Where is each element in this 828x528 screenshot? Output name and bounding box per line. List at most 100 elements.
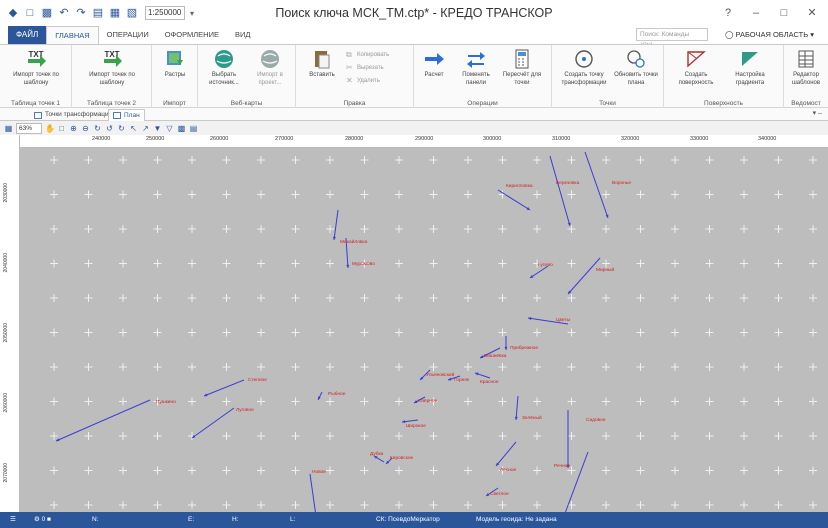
point-label[interactable]: Широкое xyxy=(406,424,426,430)
point-label[interactable]: Муромово xyxy=(352,262,375,268)
doc-tab-plan[interactable]: План xyxy=(108,109,145,121)
minimize-button[interactable]: – xyxy=(742,4,770,22)
map-zoom-field[interactable]: 63% xyxy=(16,122,42,134)
point-label[interactable]: Степное xyxy=(248,378,267,384)
close-button[interactable]: ✕ xyxy=(798,4,826,22)
zoom-out-icon[interactable]: ⊖ xyxy=(81,124,90,133)
point-label[interactable]: Лесное xyxy=(500,468,516,474)
import-table1-button[interactable]: TXT Импорт точек по шаблону xyxy=(12,48,60,87)
command-search-input[interactable]: Поиск: Команды (Ctrl... xyxy=(636,28,708,49)
create-surface-button[interactable]: Создать поверхность xyxy=(672,48,720,87)
point-label[interactable]: Новое xyxy=(312,470,326,476)
displacement-vector[interactable] xyxy=(515,395,519,421)
save-icon[interactable]: ▩ xyxy=(40,6,54,20)
point-label[interactable]: Прибрежное xyxy=(510,346,538,352)
status-snap-icon[interactable]: ⚙ 0 ■ xyxy=(34,512,51,528)
point-label[interactable]: Мирный xyxy=(596,268,614,274)
redo-icon[interactable]: ↷ xyxy=(74,6,88,20)
point-label[interactable]: Красное xyxy=(480,380,499,386)
select-source-button[interactable]: Выбрать источник... xyxy=(200,48,248,87)
grid-cross xyxy=(395,156,403,164)
filter-icon[interactable]: ▼ xyxy=(153,124,162,133)
layers-toggle-icon[interactable]: ▤ xyxy=(189,124,198,133)
paste-button[interactable]: Вставить xyxy=(298,48,346,80)
layers-icon[interactable]: ▤ xyxy=(91,6,105,20)
grid-cross xyxy=(429,190,438,199)
snap-icon[interactable]: ▩ xyxy=(177,124,186,133)
point-label[interactable]: Садовое xyxy=(586,418,605,424)
next-view-icon[interactable]: ↻ xyxy=(117,124,126,133)
measure-icon[interactable]: ↗ xyxy=(141,124,150,133)
displacement-vector[interactable] xyxy=(191,407,235,439)
point-label[interactable]: Речное xyxy=(554,464,570,470)
point-label[interactable]: Пушкино xyxy=(156,400,176,406)
zoom-in-icon[interactable]: ⊕ xyxy=(69,124,78,133)
point-label[interactable]: Михайловка xyxy=(340,240,367,246)
grid-cross xyxy=(326,466,334,475)
scale-field[interactable]: 1:250000 xyxy=(145,6,185,20)
template-editor-button[interactable]: Редактор шаблонов xyxy=(784,48,828,87)
displacement-vector[interactable] xyxy=(333,209,339,241)
undo-icon[interactable]: ↶ xyxy=(57,6,71,20)
calculate-button[interactable]: Расчет xyxy=(410,48,458,80)
point-label[interactable]: Кировское xyxy=(390,456,413,462)
tab-file[interactable]: ФАЙЛ xyxy=(8,26,47,44)
point-label[interactable]: Кирилловка xyxy=(506,184,533,190)
refresh-icon[interactable]: ↻ xyxy=(93,124,102,133)
refresh-plan-points-button[interactable]: Обновить точки плана xyxy=(612,48,660,87)
gradient-settings-button[interactable]: Настройка градиента xyxy=(726,48,774,87)
app-logo-icon[interactable]: ◆ xyxy=(6,6,20,20)
point-label[interactable]: Рыбное xyxy=(328,392,345,398)
grid-icon[interactable]: ▦ xyxy=(108,6,122,20)
properties-icon[interactable]: ▧ xyxy=(125,6,139,20)
displacement-vector[interactable] xyxy=(55,399,151,442)
point-label[interactable]: Светлое xyxy=(490,492,509,498)
tab-view[interactable]: ВИД xyxy=(227,26,258,44)
point-label[interactable]: Ульяновский xyxy=(426,373,454,379)
point-label[interactable]: Горняк xyxy=(454,378,469,384)
create-transform-point-button[interactable]: Создать точку трансформации xyxy=(556,48,612,87)
recalc-point-button[interactable]: Пересчёт для точки xyxy=(498,48,546,87)
point-label[interactable]: Воронье xyxy=(612,181,631,187)
import-table2-button[interactable]: TXT Импорт точек по шаблону xyxy=(88,48,136,87)
maximize-button[interactable]: □ xyxy=(770,4,798,22)
displacement-vector[interactable] xyxy=(495,441,517,467)
displacement-vector[interactable] xyxy=(309,473,316,512)
point-label[interactable]: Озёрное xyxy=(418,399,437,405)
point-label[interactable]: Вишнёвка xyxy=(484,354,506,360)
grid-cross xyxy=(809,259,817,268)
previous-view-icon[interactable]: ↺ xyxy=(105,124,114,133)
cut-button[interactable]: ✂ Вырезать xyxy=(346,64,384,72)
displacement-vector[interactable] xyxy=(584,151,609,219)
tab-operations[interactable]: ОПЕРАЦИИ xyxy=(99,26,157,44)
map-canvas[interactable]: Кирилловка Березовка Воронье Михайловка Муро… xyxy=(20,148,828,512)
tab-home[interactable]: ГЛАВНАЯ xyxy=(46,26,99,44)
new-file-icon[interactable]: □ xyxy=(23,6,37,20)
point-label[interactable]: Луговое xyxy=(236,408,254,414)
point-label[interactable]: Березовка xyxy=(556,181,579,187)
copy-button[interactable]: ⧉ Копировать xyxy=(346,51,389,59)
delete-button[interactable]: ✕ Удалить xyxy=(346,77,380,85)
swap-panels-button[interactable]: Поменять панели xyxy=(452,48,500,87)
select-icon[interactable]: ↖ xyxy=(129,124,138,133)
displacement-vector[interactable] xyxy=(203,379,245,397)
point-label[interactable]: Цветы xyxy=(556,318,570,324)
rasters-button[interactable]: Растры xyxy=(151,48,199,80)
pan-icon[interactable]: ✋ xyxy=(45,124,55,133)
displacement-vector[interactable] xyxy=(497,189,531,211)
status-menu-icon[interactable]: ☰ xyxy=(10,512,16,528)
point-label[interactable]: Гусево xyxy=(538,263,553,269)
zoom-window-icon[interactable]: □ xyxy=(57,124,66,133)
tab-menu-icon[interactable]: ▾ – xyxy=(813,109,822,117)
displacement-vector[interactable] xyxy=(549,155,571,227)
zoom-mode-icon[interactable]: ▦ xyxy=(4,124,13,133)
tab-design[interactable]: ОФОРМЛЕНИЕ xyxy=(157,26,227,44)
filter-clear-icon[interactable]: ▽ xyxy=(165,124,174,133)
help-icon[interactable]: ? xyxy=(714,4,742,22)
point-label[interactable]: Дубки xyxy=(370,452,383,458)
import-to-project-button[interactable]: Импорт в проект... xyxy=(246,48,294,87)
doc-tab-transform-points[interactable]: Точки трансформации xyxy=(30,109,116,121)
point-label[interactable]: Зелёный xyxy=(522,416,542,422)
workspace-dropdown[interactable]: ◯ РАБОЧАЯ ОБЛАСТЬ ▾ xyxy=(725,29,814,41)
customize-toolbar-icon[interactable]: ▾ xyxy=(190,9,194,18)
